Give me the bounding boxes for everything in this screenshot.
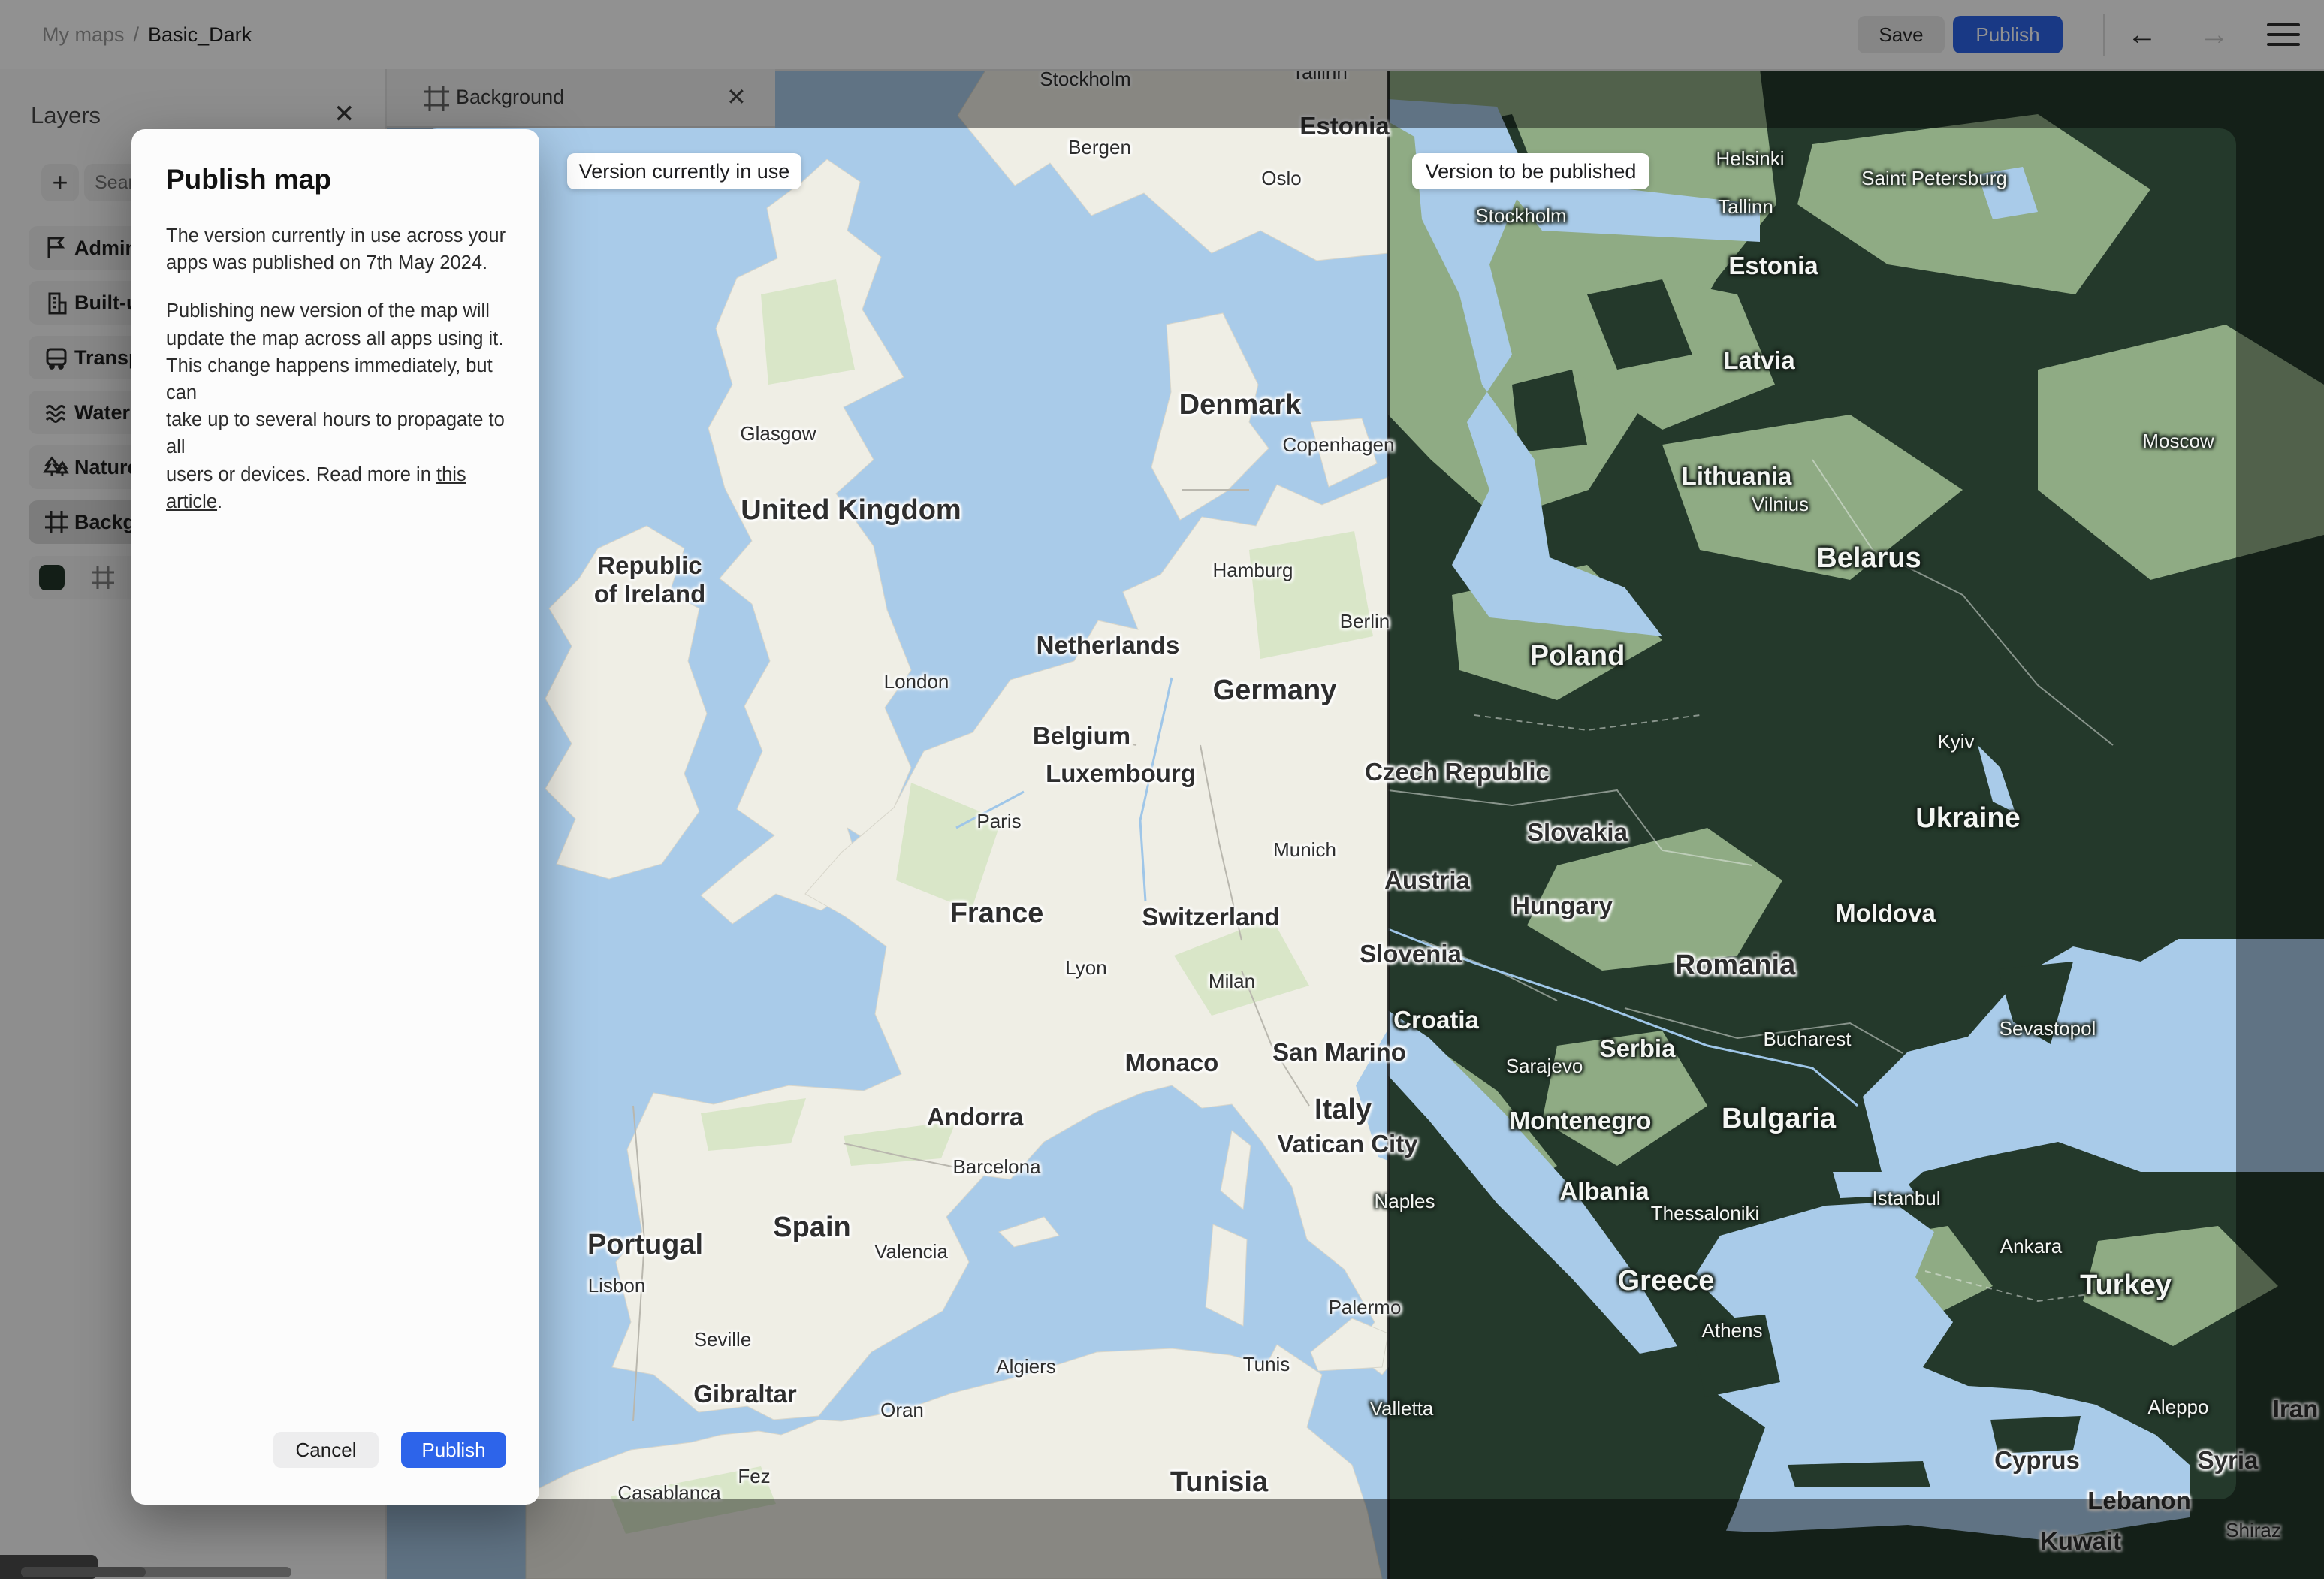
- map-label: Bucharest: [1763, 1028, 1852, 1051]
- current-version-chip: Version currently in use: [567, 153, 801, 189]
- dialog-title: Publish map: [166, 164, 331, 195]
- map-label: Algiers: [996, 1355, 1056, 1378]
- map-label: Istanbul: [1872, 1187, 1941, 1210]
- map-label: Gibraltar: [693, 1380, 797, 1408]
- map-label: Romania: [1674, 950, 1796, 982]
- map-label: Vilnius: [1751, 493, 1809, 516]
- map-label: Milan: [1208, 970, 1256, 993]
- map-label: London: [883, 670, 949, 693]
- map-label: Bulgaria: [1721, 1103, 1837, 1135]
- map-label: Moscow: [2142, 430, 2214, 453]
- map-label: Ankara: [2000, 1235, 2063, 1258]
- map-label: Tunis: [1242, 1353, 1290, 1376]
- map-label: Monaco: [1124, 1049, 1219, 1077]
- map-label: Spain: [773, 1212, 851, 1244]
- map-label: Latvia: [1723, 346, 1795, 375]
- map-label: Bergen: [1068, 136, 1131, 159]
- map-label: Portugal: [587, 1229, 704, 1261]
- map-label: Poland: [1529, 640, 1625, 672]
- cancel-button[interactable]: Cancel: [273, 1432, 379, 1468]
- map-label: Casablanca: [617, 1481, 721, 1499]
- published-version-chip: Version to be published: [1412, 153, 1649, 189]
- map-label: Valletta: [1369, 1397, 1434, 1420]
- map-label: Hungary: [1512, 892, 1613, 920]
- map-label: Greece: [1617, 1265, 1715, 1297]
- map-label: Estonia: [1728, 252, 1818, 280]
- map-label: Hamburg: [1212, 559, 1293, 582]
- dialog-publish-button[interactable]: Publish: [401, 1432, 506, 1468]
- map-label: Italy: [1314, 1094, 1372, 1126]
- map-label: Oslo: [1261, 167, 1302, 190]
- map-label: Lyon: [1065, 956, 1107, 980]
- dialog-paragraph-2: Publishing new version of the map will u…: [166, 300, 505, 512]
- map-label: Sarajevo: [1505, 1055, 1583, 1078]
- map-label: Lisbon: [587, 1274, 646, 1297]
- map-label: Austria: [1384, 866, 1470, 895]
- map-label: Cyprus: [1994, 1446, 2080, 1475]
- map-label: France: [949, 898, 1044, 930]
- map-label: Kyiv: [1937, 730, 1975, 753]
- map-label: Thessaloniki: [1650, 1202, 1760, 1225]
- map-label: Belgium: [1032, 722, 1131, 750]
- map-label: Belarus: [1816, 542, 1921, 575]
- map-label: Syria: [2197, 1446, 2236, 1475]
- map-label: Czech Republic: [1365, 758, 1550, 786]
- map-label: Netherlands: [1036, 631, 1180, 660]
- map-label: Copenhagen: [1282, 433, 1395, 457]
- map-label: Germany: [1212, 675, 1337, 707]
- map-label: Lithuania: [1681, 462, 1792, 491]
- map-label: Palermo: [1328, 1296, 1402, 1319]
- map-label: Saint Petersburg: [1861, 167, 2007, 190]
- dialog-paragraph-1: The version currently in use across your…: [166, 225, 506, 274]
- map-label: Berlin: [1339, 610, 1390, 633]
- map-label: Denmark: [1179, 389, 1302, 421]
- map-label: Serbia: [1599, 1034, 1676, 1063]
- map-label: United Kingdom: [741, 494, 961, 527]
- map-label: Andorra: [926, 1103, 1024, 1131]
- map-label: Turkey: [2080, 1270, 2172, 1302]
- map-label: Barcelona: [952, 1155, 1041, 1179]
- map-label: Tunisia: [1170, 1466, 1269, 1499]
- map-label: Sevastopol: [1999, 1017, 2096, 1040]
- map-label: Helsinki: [1716, 147, 1785, 171]
- map-label: Estonia: [1299, 128, 1389, 140]
- map-label: Naples: [1374, 1190, 1435, 1213]
- map-label: Albania: [1559, 1177, 1649, 1206]
- map-label: Tallinn: [1718, 195, 1773, 219]
- map-label: Fez: [738, 1465, 771, 1488]
- map-label: Switzerland: [1142, 903, 1280, 931]
- map-label: Oran: [880, 1399, 924, 1422]
- map-label: Montenegro: [1509, 1107, 1652, 1135]
- map-label: Slovenia: [1360, 940, 1462, 968]
- map-label: Paris: [976, 810, 1022, 833]
- map-label: Croatia: [1393, 1006, 1479, 1034]
- map-label: Lebanon: [2087, 1487, 2191, 1499]
- map-label: Athens: [1701, 1319, 1763, 1342]
- publish-map-dialog: Publish map The version currently in use…: [131, 129, 539, 1505]
- map-label: Moldova: [1835, 899, 1936, 928]
- map-label: Ukraine: [1915, 802, 2021, 835]
- map-label: Glasgow: [740, 422, 816, 445]
- version-compare-window[interactable]: Stockholm Tallinn Estonia Bergen Oslo Glasgow…: [421, 128, 2236, 1499]
- map-label: Vatican City: [1277, 1130, 1418, 1158]
- map-label: Seville: [693, 1328, 752, 1351]
- map-label: Luxembourg: [1046, 759, 1196, 788]
- map-label: Republic of Ireland: [593, 551, 706, 608]
- map-label: Munich: [1273, 838, 1336, 862]
- map-label: Aleppo: [2147, 1396, 2209, 1419]
- map-label: Slovakia: [1527, 818, 1628, 847]
- map-label: Valencia: [874, 1240, 948, 1264]
- map-label: San Marino: [1272, 1038, 1406, 1067]
- map-label: Stockholm: [1475, 204, 1567, 228]
